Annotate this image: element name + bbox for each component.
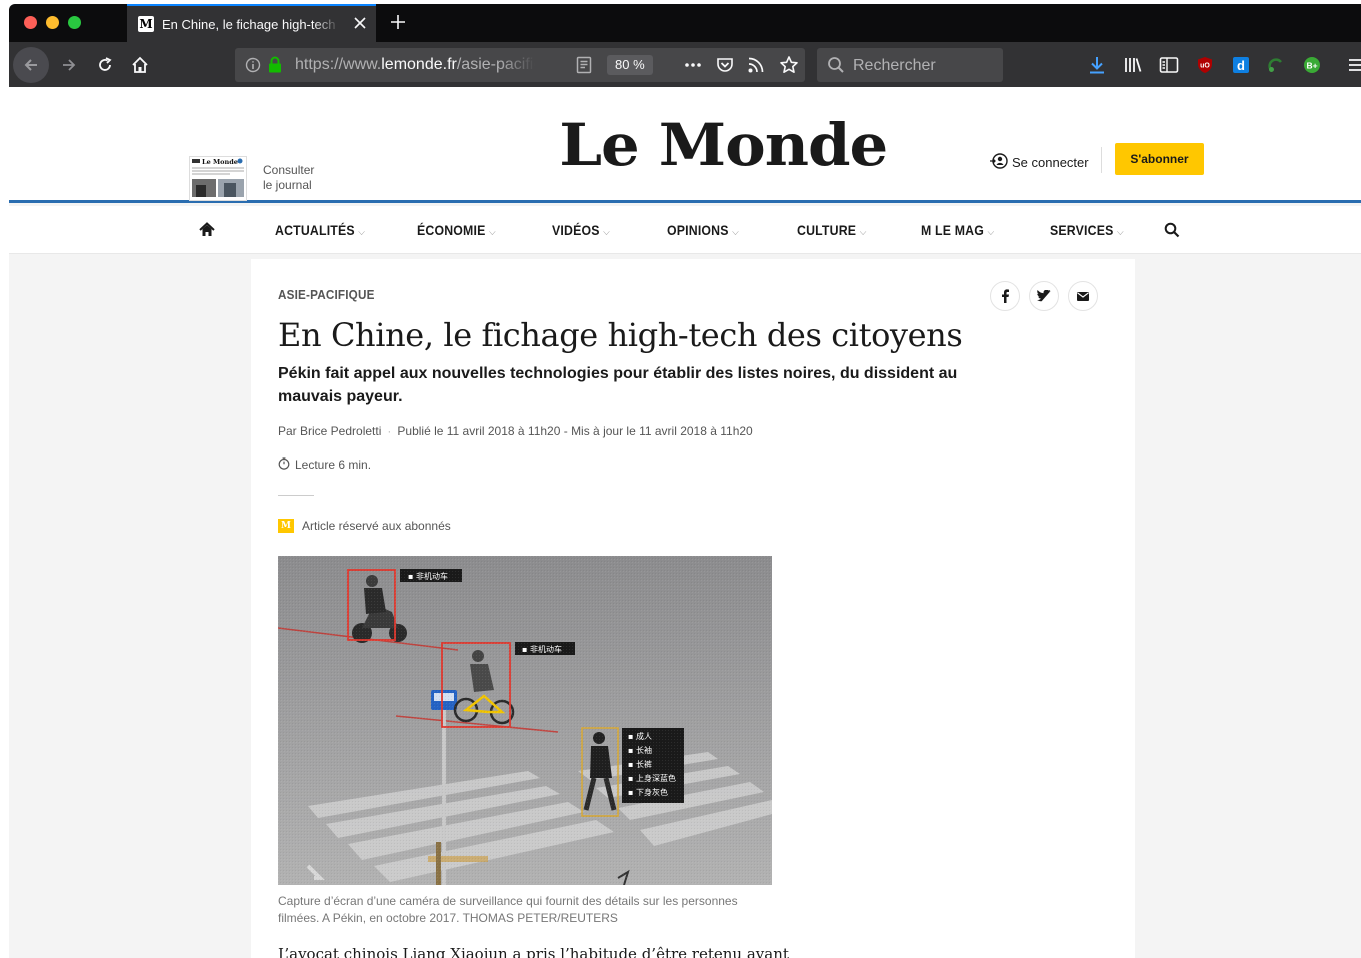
nav-item-m-le-mag[interactable]: M LE MAG ⌵: [921, 222, 994, 238]
publish-date: Publié le 11 avril 2018 à 11h20 - Mis à …: [397, 424, 753, 438]
author-link[interactable]: Par Brice Pedroletti: [278, 424, 381, 438]
reader-view-icon[interactable]: [576, 56, 592, 79]
user-login-icon: [989, 152, 1009, 173]
nav-item-opinions[interactable]: OPINIONS ⌵: [667, 222, 739, 238]
caption-line-2: filmées. A Pékin, en octobre 2017. THOMA…: [278, 911, 618, 925]
search-icon: [827, 56, 845, 79]
desktop-edge: [0, 0, 9, 958]
chevron-down-icon: ⌵: [987, 227, 995, 238]
extension-icon[interactable]: [1262, 51, 1290, 79]
lemonde-favicon-icon: M: [138, 16, 154, 32]
photo-label-1: ▪ 非机动车: [408, 571, 448, 581]
more-icon[interactable]: [683, 57, 703, 78]
svg-text:Le Monde: Le Monde: [202, 158, 238, 166]
sidebar-icon[interactable]: [1155, 51, 1183, 79]
close-window-button[interactable]: [24, 16, 37, 29]
tab-title: En Chine, le fichage high-tech des citoy…: [162, 16, 340, 32]
nav-item-actualites[interactable]: ACTUALITÉS ⌵: [275, 222, 365, 238]
byline: Par Brice Pedroletti · Publié le 11 avril …: [278, 424, 753, 438]
chevron-down-icon: ⌵: [859, 227, 867, 238]
nav-toolbar: https://www.lemonde.fr/asie-pacifique/ar…: [9, 42, 1361, 87]
consult-journal-link[interactable]: Consulter le journal: [263, 163, 314, 193]
chevron-down-icon: ⌵: [358, 227, 366, 238]
chevron-down-icon: ⌵: [1117, 227, 1124, 238]
article-dek: Pékin fait appel aux nouvelles technolog…: [278, 365, 958, 405]
svg-text:uO: uO: [1200, 63, 1210, 70]
article-kicker[interactable]: ASIE-PACIFIQUE: [278, 287, 375, 302]
chevron-down-icon: ⌵: [489, 227, 496, 238]
login-link[interactable]: Se connecter: [989, 152, 1089, 173]
download-icon[interactable]: [1083, 51, 1111, 79]
url-bar[interactable]: https://www.lemonde.fr/asie-pacifique/ar…: [235, 48, 805, 82]
home-icon[interactable]: [126, 51, 154, 79]
stopwatch-icon: [278, 457, 290, 473]
caption-line-1: Capture d’écran d’une caméra de surveill…: [278, 894, 738, 908]
tab-strip: M En Chine, le fichage high-tech des cit…: [9, 4, 1361, 42]
divider: [278, 495, 314, 496]
ublock-icon[interactable]: uO: [1191, 51, 1219, 79]
email-share-icon[interactable]: [1068, 281, 1098, 311]
lock-icon: [268, 56, 282, 78]
article-body-first-line: L’avocat chinois Liang Xiaojun a pris l’…: [278, 945, 789, 958]
photo-trait-5: ▪ 下身灰色: [628, 787, 668, 797]
search-placeholder: Rechercher: [853, 57, 936, 74]
consult-line-2: le journal: [263, 178, 312, 192]
newspaper-thumbnail[interactable]: Le Monde: [189, 156, 247, 201]
minimize-window-button[interactable]: [46, 16, 59, 29]
facebook-share-icon[interactable]: [990, 281, 1020, 311]
photo-trait-3: ▪ 长裤: [628, 759, 652, 769]
nav-item-culture[interactable]: CULTURE ⌵: [797, 222, 867, 238]
premium-notice: M Article réservé aux abonnés: [278, 519, 451, 533]
article-card: ASIE-PACIFIQUE En Chine, le fichage high…: [251, 259, 1135, 958]
main-navigation: ACTUALITÉS ⌵ ÉCONOMIE ⌵ VIDÉOS ⌵ OPINIONS ⌵ …: [9, 206, 1361, 254]
nav-item-services[interactable]: SERVICES ⌵: [1050, 222, 1124, 238]
nav-item-economie[interactable]: ÉCONOMIE ⌵: [417, 222, 496, 238]
photo-trait-1: ▪ 成人: [628, 731, 652, 741]
photo-trait-2: ▪ 长袖: [628, 745, 652, 755]
chevron-down-icon: ⌵: [603, 227, 610, 238]
dashlane-icon[interactable]: d: [1227, 51, 1255, 79]
info-icon[interactable]: [245, 57, 261, 78]
le-monde-logo[interactable]: Le Monde: [559, 111, 888, 179]
read-time-label: Lecture 6 min.: [295, 458, 372, 472]
reload-icon[interactable]: [91, 51, 119, 79]
photo-caption: Capture d’écran d’une caméra de surveill…: [278, 893, 778, 927]
web-page: Le Monde Consulter le journal Le Monde S…: [9, 87, 1361, 958]
zoom-level-badge[interactable]: 80 %: [607, 55, 653, 75]
svg-text:B+: B+: [1306, 61, 1317, 71]
photo-label-2: ▪ 非机动车: [522, 644, 562, 654]
forward-icon[interactable]: [55, 51, 83, 79]
divider: [1101, 147, 1102, 173]
bookmark-star-icon[interactable]: [779, 55, 799, 80]
new-tab-icon[interactable]: [389, 13, 407, 31]
premium-label: Article réservé aux abonnés: [302, 519, 451, 533]
svg-text:d: d: [1237, 58, 1245, 73]
active-tab[interactable]: M En Chine, le fichage high-tech des cit…: [127, 4, 376, 42]
search-icon[interactable]: [1164, 222, 1180, 243]
twitter-share-icon[interactable]: [1029, 281, 1059, 311]
library-icon[interactable]: [1119, 51, 1147, 79]
article-headline: En Chine, le fichage high-tech des citoy…: [278, 316, 963, 354]
premium-badge-icon: M: [278, 519, 294, 533]
login-label: Se connecter: [1012, 155, 1089, 170]
article-photo[interactable]: ▪ 非机动车 ▪ 非机动车 ▪ 成人 ▪ 长袖 ▪ 长裤 ▪ 上身深蓝色 ▪ 下…: [278, 556, 772, 885]
back-icon[interactable]: [13, 47, 49, 83]
consult-line-1: Consulter: [263, 163, 315, 177]
close-tab-icon[interactable]: [352, 15, 368, 31]
home-nav-icon[interactable]: [199, 222, 215, 242]
search-bar[interactable]: Rechercher: [817, 48, 1003, 82]
b-plus-icon[interactable]: B+: [1298, 51, 1326, 79]
browser-window: M En Chine, le fichage high-tech des cit…: [9, 4, 1361, 958]
pocket-icon[interactable]: [716, 56, 734, 79]
menu-icon[interactable]: [1342, 51, 1361, 79]
maximize-window-button[interactable]: [68, 16, 81, 29]
rss-icon[interactable]: [747, 56, 765, 79]
read-time: Lecture 6 min.: [278, 457, 371, 473]
nav-item-videos[interactable]: VIDÉOS ⌵: [552, 222, 610, 238]
url-text[interactable]: https://www.lemonde.fr/asie-pacifique/ar…: [295, 56, 535, 74]
masthead: Le Monde Consulter le journal Le Monde S…: [9, 87, 1361, 203]
subscribe-button[interactable]: S'abonner: [1115, 143, 1204, 175]
chevron-down-icon: ⌵: [732, 227, 740, 238]
photo-trait-4: ▪ 上身深蓝色: [628, 773, 676, 783]
